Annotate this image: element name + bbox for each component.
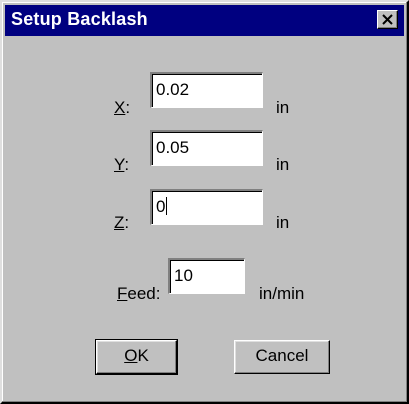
close-button[interactable]: [377, 10, 398, 29]
feed-unit: in/min: [259, 284, 305, 303]
y-backlash-input[interactable]: 0.05: [150, 130, 263, 166]
z-unit: in: [276, 213, 290, 232]
window-title: Setup Backlash: [11, 9, 148, 29]
setup-backlash-dialog: Setup Backlash X: 0.02 in Y: 0.05 in Z: …: [0, 0, 409, 404]
y-label: Y:: [114, 155, 130, 174]
close-x-icon: [382, 14, 393, 25]
x-backlash-input[interactable]: 0.02: [150, 72, 263, 108]
feed-label: Feed:: [117, 284, 161, 303]
feed-rate-input[interactable]: 10: [168, 258, 245, 294]
cancel-button[interactable]: Cancel: [234, 340, 330, 374]
ok-button[interactable]: OK: [95, 339, 178, 375]
x-label: X:: [114, 98, 131, 117]
x-unit: in: [276, 98, 290, 117]
text-cursor: [166, 197, 168, 215]
z-label: Z:: [114, 213, 130, 232]
title-bar[interactable]: Setup Backlash: [5, 5, 404, 36]
y-unit: in: [276, 155, 290, 174]
z-backlash-input[interactable]: 0: [150, 189, 263, 225]
